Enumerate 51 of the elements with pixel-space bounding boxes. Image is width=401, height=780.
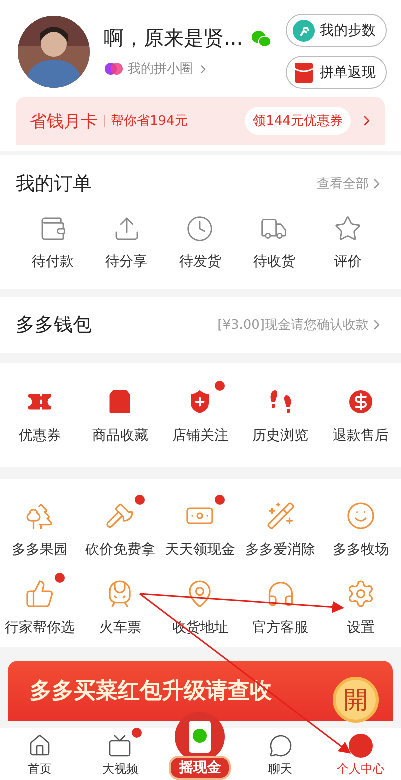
nav-tab[interactable]: 聊天 [240, 728, 321, 780]
service-label[interactable]: 商品收藏 [92, 427, 148, 445]
chat-icon [268, 734, 293, 758]
tool-label[interactable]: 官方客服 [252, 619, 309, 637]
order-label[interactable]: 待发货 [179, 253, 222, 271]
service-label[interactable]: 优惠券 [19, 427, 62, 445]
nav-tab[interactable]: 大视频 [80, 728, 160, 780]
order-label[interactable]: 待收货 [253, 253, 296, 271]
section-title: 我的订单 [16, 172, 92, 197]
home-icon [28, 734, 52, 758]
tool-label[interactable]: 行家帮你选 [5, 619, 76, 637]
service-label[interactable]: 店铺关注 [172, 427, 228, 445]
cashback-button[interactable]: 拼单返现 [286, 56, 387, 89]
tool-label[interactable]: 多多果园 [12, 541, 68, 559]
thumbs-up-icon[interactable] [25, 579, 56, 609]
card-title: 省钱月卡 [30, 110, 98, 132]
axe-icon[interactable] [105, 501, 136, 531]
tool-label[interactable]: 设置 [346, 619, 375, 637]
nav-tab[interactable]: 首页 [0, 728, 80, 780]
service-label[interactable]: 退款售后 [332, 427, 389, 445]
star-icon[interactable] [334, 215, 362, 243]
chat-bubbles-icon[interactable] [251, 28, 272, 48]
tool-label[interactable]: 多多牧场 [332, 541, 389, 559]
circles-icon [104, 62, 124, 76]
tool-label[interactable]: 天天领现金 [165, 541, 236, 559]
order-label[interactable]: 评价 [334, 253, 362, 271]
envelope-icon [293, 62, 315, 84]
tv-icon [108, 734, 132, 758]
tool-label[interactable]: 多多爱消除 [246, 541, 316, 559]
order-label[interactable]: 待分享 [106, 253, 148, 271]
nav-tab[interactable]: 个人中心 [320, 728, 401, 780]
coupon-button[interactable]: 领144元优惠券 [245, 107, 351, 135]
tool-label[interactable]: 火车票 [99, 619, 142, 637]
section-title: 多多钱包 [16, 313, 92, 338]
profile-icon [348, 734, 373, 758]
tree-icon[interactable] [25, 501, 56, 531]
tool-label[interactable]: 砍价免费拿 [85, 541, 156, 559]
service-label[interactable]: 历史浏览 [252, 427, 309, 445]
banner-title: 多多买菜红包升级请查收 [30, 678, 272, 706]
order-label[interactable]: 待付款 [32, 253, 74, 271]
clock-icon[interactable] [186, 215, 214, 243]
card-subtitle: 帮你省194元 [111, 113, 189, 130]
runner-icon [293, 20, 315, 42]
shake-cash-button[interactable]: 摇现金 [169, 712, 232, 780]
circle-link[interactable]: 我的拼小圈 [104, 60, 272, 78]
steps-button[interactable]: 我的步数 [286, 14, 387, 47]
star-wand-icon[interactable] [266, 501, 296, 531]
promo-banner[interactable]: 多多买菜红包升级请查收 開 [8, 661, 393, 721]
savings-card[interactable]: 省钱月卡 帮你省194元 领144元优惠券 [16, 97, 385, 145]
open-seal[interactable]: 開 [333, 677, 379, 723]
user-name: 啊，原来是贤... [104, 25, 244, 52]
